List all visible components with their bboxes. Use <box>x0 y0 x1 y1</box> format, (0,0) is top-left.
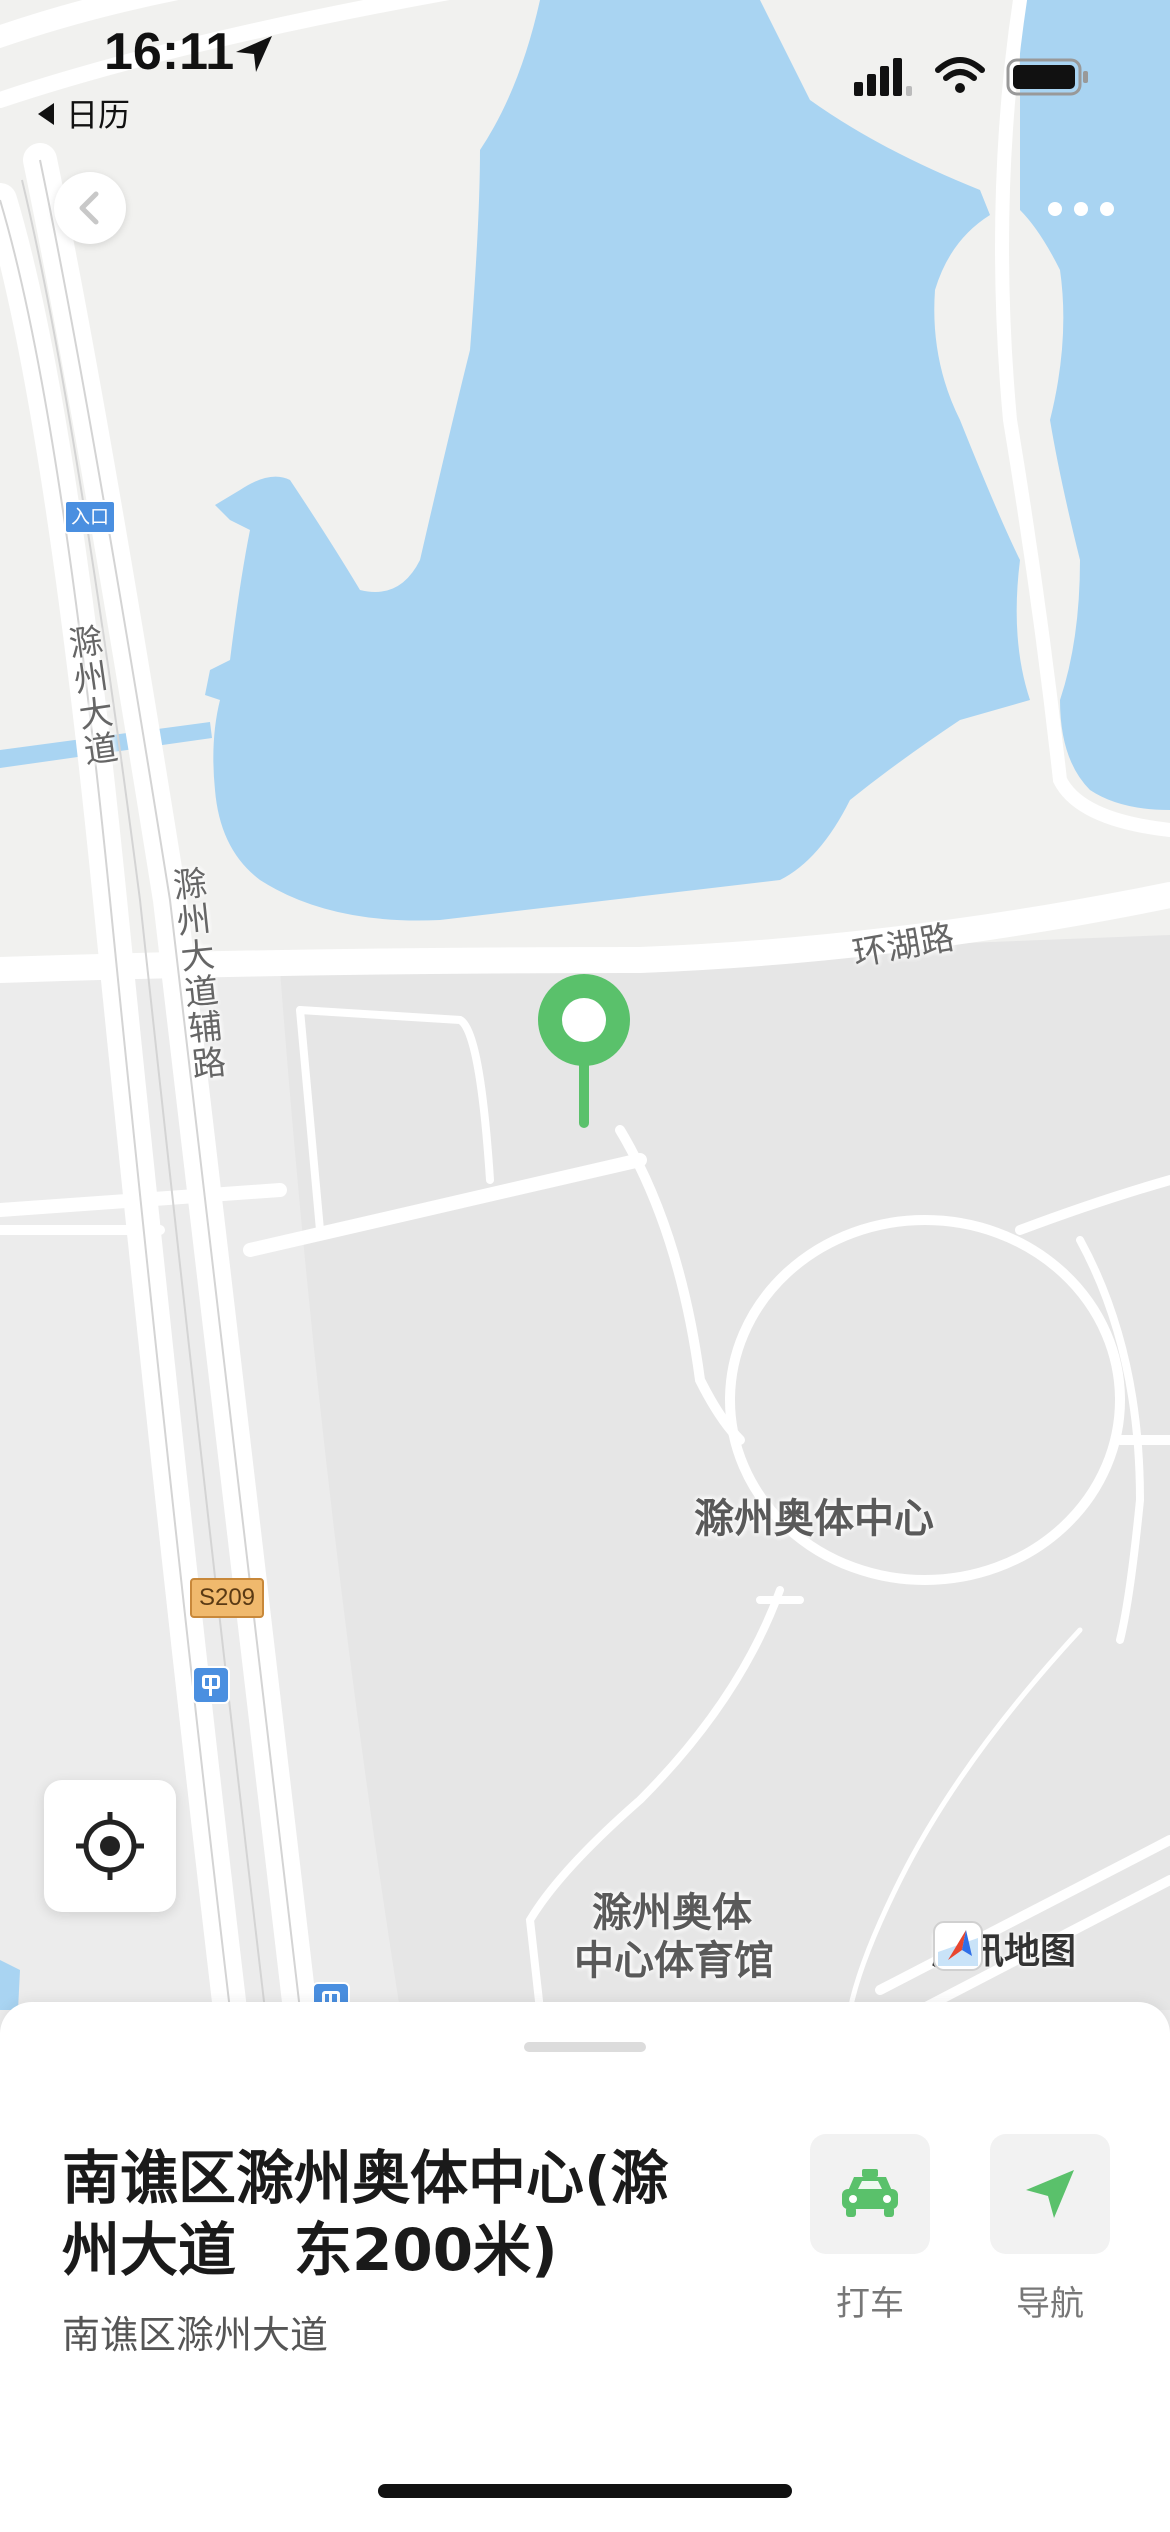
home-indicator[interactable] <box>378 2484 792 2498</box>
wifi-icon <box>935 57 985 93</box>
poi-label-gymnasium-line2[interactable]: 中心体育馆 <box>574 1928 774 1986</box>
locate-me-button[interactable] <box>44 1780 176 1912</box>
back-button[interactable] <box>54 172 126 244</box>
taxi-icon-box <box>810 2134 930 2254</box>
bus-stop-icon[interactable] <box>192 1666 230 1704</box>
dot-icon <box>1100 202 1114 216</box>
navigate-button[interactable]: 导航 <box>990 2134 1110 2325</box>
dot-icon <box>1074 202 1088 216</box>
crosshair-icon <box>76 1812 144 1880</box>
taxi-button[interactable]: 打车 <box>810 2134 930 2325</box>
screen: 16:11 日历 入口 滁州大道 滁州大道辅路 环湖路 滁州奥体中心 滁州奥体 … <box>0 0 1170 2532</box>
back-to-app[interactable]: 日历 <box>38 90 130 136</box>
back-triangle-icon <box>38 103 54 125</box>
taxi-label: 打车 <box>836 2284 904 2324</box>
navigate-icon-box <box>990 2134 1110 2254</box>
map-provider-logo: 腾讯地图 <box>932 1920 1076 1976</box>
cellular-signal-icon <box>854 58 912 96</box>
place-subtitle: 南谯区滁州大道 <box>62 2313 329 2357</box>
entrance-tag: 入口 <box>64 500 116 534</box>
battery-icon <box>1006 58 1088 96</box>
navigation-arrow-icon <box>1026 2170 1074 2218</box>
highway-shield-s209: S209 <box>190 1578 264 1618</box>
sheet-grabber[interactable] <box>524 2042 646 2052</box>
dot-icon <box>1048 202 1062 216</box>
more-options-button[interactable] <box>1040 190 1120 226</box>
navigate-label: 导航 <box>1016 2284 1084 2324</box>
taxi-icon <box>842 2169 898 2217</box>
chevron-left-icon <box>79 191 99 225</box>
place-detail-sheet[interactable]: 南谯区滁州奥体中心(滁州大道 东200米) 南谯区滁州大道 打车 导航 <box>0 2002 1170 2532</box>
back-app-label: 日历 <box>66 96 131 134</box>
location-arrow-icon <box>236 36 272 72</box>
map-view[interactable]: 16:11 日历 入口 滁州大道 滁州大道辅路 环湖路 滁州奥体中心 滁州奥体 … <box>0 0 1170 2010</box>
status-time: 16:11 <box>104 23 235 81</box>
poi-label-sports-center[interactable]: 滁州奥体中心 <box>694 1486 934 1544</box>
place-title: 南谯区滁州奥体中心(滁州大道 东200米) <box>62 2144 669 2284</box>
tencent-map-logo-icon <box>933 1921 983 1971</box>
